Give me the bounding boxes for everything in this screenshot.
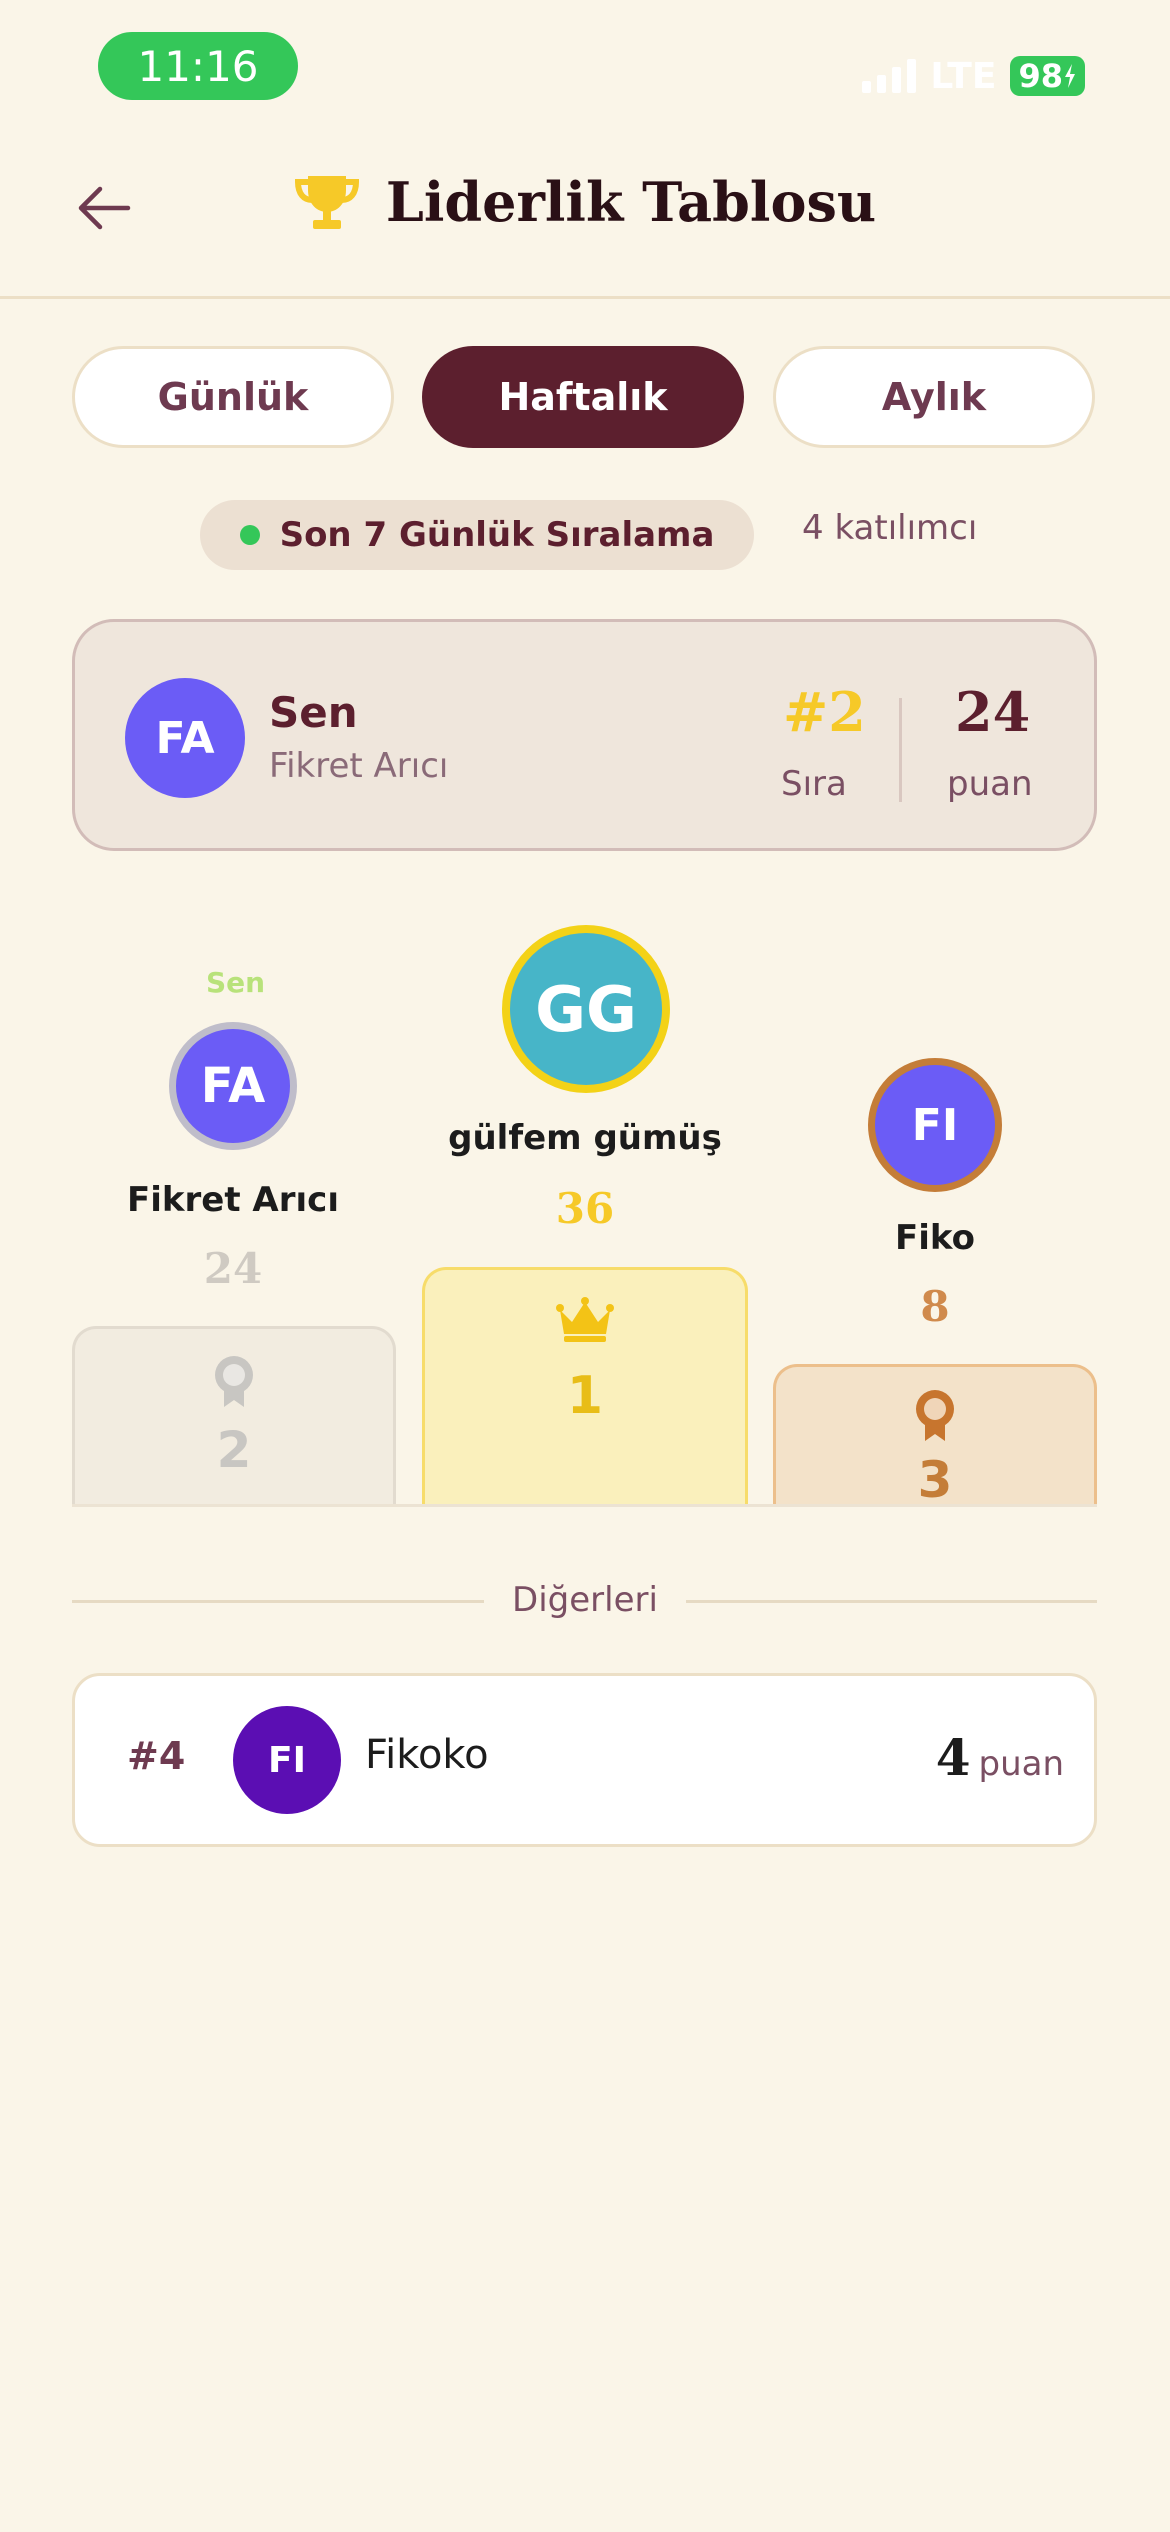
my-rank-card: FA Sen Fikret Arıcı #2 Sıra 24 puan bbox=[72, 619, 1097, 851]
live-dot-icon bbox=[239, 525, 260, 545]
avatar: FA bbox=[125, 678, 245, 798]
avatar: FI bbox=[233, 1706, 341, 1814]
crown-icon bbox=[556, 1297, 614, 1342]
range-label: Son 7 Günlük Sıralama bbox=[279, 515, 715, 555]
battery-level: 98 bbox=[1018, 57, 1063, 95]
list-item-points-label: puan bbox=[978, 1744, 1064, 1784]
charging-bolt-icon bbox=[1065, 64, 1075, 88]
silver-medal-icon bbox=[215, 1356, 253, 1407]
card-divider bbox=[899, 698, 902, 802]
podium-first-name: gülfem gümüş bbox=[448, 1118, 722, 1158]
status-time: 11:16 bbox=[98, 32, 298, 100]
tab-daily[interactable]: Günlük bbox=[72, 346, 394, 448]
podium-second-points: 24 bbox=[203, 1244, 263, 1293]
my-title: Sen bbox=[269, 688, 358, 737]
podium-first-place: 1 bbox=[566, 1366, 604, 1426]
podium-second-place: 2 bbox=[216, 1421, 252, 1479]
header-divider bbox=[0, 296, 1170, 299]
podium-base-line bbox=[72, 1504, 1097, 1507]
bronze-medal-icon bbox=[916, 1390, 954, 1441]
list-item-rank: #4 bbox=[127, 1734, 186, 1778]
podium-third-avatar[interactable]: FI bbox=[868, 1058, 1002, 1192]
signal-icon bbox=[862, 59, 917, 93]
participant-count: 4 katılımcı bbox=[802, 508, 978, 548]
battery-icon: 98 bbox=[1010, 56, 1085, 96]
podium-third-points: 8 bbox=[920, 1282, 950, 1331]
list-item-points: 4 puan bbox=[936, 1728, 1064, 1787]
you-tag: Sen bbox=[206, 966, 266, 999]
podium-first-avatar[interactable]: GG bbox=[502, 925, 670, 1093]
podium-second-name: Fikret Arıcı bbox=[127, 1180, 339, 1220]
podium-third-name: Fiko bbox=[895, 1218, 975, 1258]
podium-first-points: 36 bbox=[555, 1184, 615, 1233]
list-item-name: Fikoko bbox=[365, 1732, 489, 1778]
podium-first-block: 1 bbox=[422, 1267, 748, 1507]
network-label: LTE bbox=[930, 55, 997, 97]
tab-monthly[interactable]: Aylık bbox=[773, 346, 1095, 448]
tab-weekly[interactable]: Haftalık bbox=[422, 346, 744, 448]
list-item-points-value: 4 bbox=[935, 1728, 971, 1787]
podium-third-place: 3 bbox=[917, 1451, 953, 1509]
podium-second-avatar[interactable]: FA bbox=[169, 1022, 297, 1150]
header: Liderlik Tablosu bbox=[0, 170, 1170, 234]
my-rank-label: Sıra bbox=[781, 764, 847, 804]
status-right: LTE 98 bbox=[862, 54, 1085, 98]
my-rank-value: #2 bbox=[783, 680, 866, 744]
podium-third-block: 3 bbox=[773, 1364, 1097, 1509]
list-item[interactable]: #4 FI Fikoko 4 puan bbox=[72, 1673, 1097, 1847]
trophy-icon bbox=[294, 176, 359, 229]
others-label: Diğerleri bbox=[512, 1580, 658, 1620]
podium-second-block: 2 bbox=[72, 1326, 396, 1506]
range-chip: Son 7 Günlük Sıralama bbox=[200, 500, 754, 570]
my-name: Fikret Arıcı bbox=[269, 746, 449, 786]
my-points-value: 24 bbox=[955, 680, 1031, 744]
page-title: Liderlik Tablosu bbox=[385, 170, 877, 234]
my-points-label: puan bbox=[947, 764, 1033, 804]
